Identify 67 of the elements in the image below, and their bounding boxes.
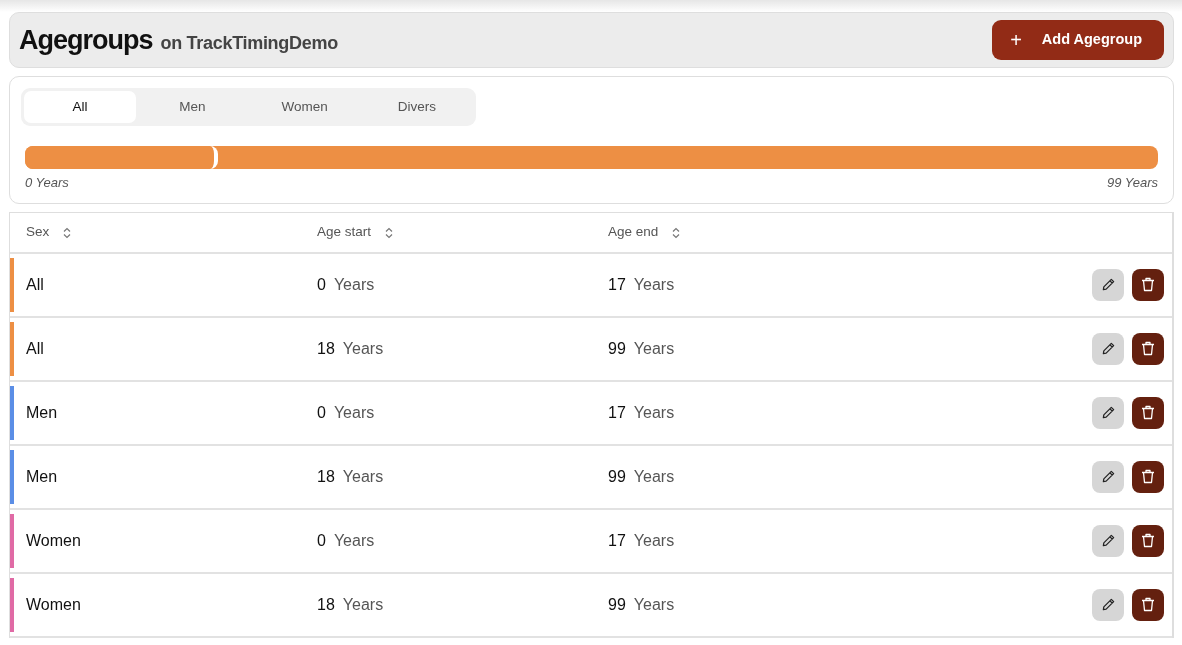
- unit-label: Years: [333, 531, 375, 549]
- unit-label: Years: [333, 403, 375, 421]
- edit-button[interactable]: [1092, 588, 1124, 621]
- age-end-value: 17: [608, 531, 626, 549]
- delete-button[interactable]: [1132, 588, 1164, 621]
- unit-label: Years: [633, 275, 675, 293]
- edit-button[interactable]: [1092, 396, 1124, 429]
- pencil-icon: [1100, 533, 1116, 548]
- trash-icon: [1141, 341, 1155, 356]
- unit-label: Years: [633, 339, 675, 357]
- delete-button[interactable]: [1132, 268, 1164, 301]
- age-start-value: 18: [317, 595, 335, 613]
- edit-button[interactable]: [1092, 268, 1124, 301]
- filter-tab[interactable]: Women: [248, 91, 361, 123]
- sex-cell: Men: [26, 403, 58, 421]
- sex-cell: Women: [26, 531, 81, 549]
- unit-label: Years: [342, 595, 384, 613]
- pencil-icon: [1100, 341, 1116, 356]
- trash-icon: [1141, 405, 1155, 420]
- unit-label: Years: [342, 467, 384, 485]
- age-start-value: 0: [317, 275, 326, 293]
- add-agegroup-button[interactable]: + Add Agegroup: [992, 20, 1164, 60]
- age-end-value: 99: [608, 339, 626, 357]
- unit-label: Years: [633, 467, 675, 485]
- project-subtitle: on TrackTimingDemo: [160, 31, 338, 55]
- trash-icon: [1141, 469, 1155, 484]
- unit-label: Years: [633, 403, 675, 421]
- delete-button[interactable]: [1132, 332, 1164, 365]
- pencil-icon: [1100, 277, 1116, 292]
- pencil-icon: [1100, 469, 1116, 484]
- trash-icon: [1141, 277, 1155, 292]
- age-end-value: 17: [608, 275, 626, 293]
- trash-icon: [1141, 597, 1155, 612]
- page-title: Agegroups: [19, 23, 153, 57]
- age-end-value: 17: [608, 403, 626, 421]
- edit-button[interactable]: [1092, 524, 1124, 557]
- sex-cell: Women: [26, 595, 81, 613]
- sex-cell: All: [26, 339, 44, 357]
- sex-cell: Men: [26, 467, 58, 485]
- column-header[interactable]: Age end: [608, 221, 659, 243]
- column-header[interactable]: Sex: [26, 221, 50, 243]
- plus-icon: +: [1010, 30, 1022, 50]
- delete-button[interactable]: [1132, 524, 1164, 557]
- age-end-value: 99: [608, 595, 626, 613]
- delete-button[interactable]: [1132, 460, 1164, 493]
- age-start-value: 0: [317, 531, 326, 549]
- filter-tab[interactable]: All: [24, 91, 137, 123]
- filter-tab[interactable]: Men: [136, 91, 249, 123]
- age-start-value: 0: [317, 403, 326, 421]
- range-min-label: 0 Years: [25, 174, 69, 192]
- unit-label: Years: [342, 339, 384, 357]
- pencil-icon: [1100, 597, 1116, 612]
- age-start-value: 18: [317, 339, 335, 357]
- age-end-value: 99: [608, 467, 626, 485]
- unit-label: Years: [633, 531, 675, 549]
- trash-icon: [1141, 533, 1155, 548]
- unit-label: Years: [333, 275, 375, 293]
- pencil-icon: [1100, 405, 1116, 420]
- sex-cell: All: [26, 275, 44, 293]
- unit-label: Years: [633, 595, 675, 613]
- delete-button[interactable]: [1132, 396, 1164, 429]
- edit-button[interactable]: [1092, 332, 1124, 365]
- age-start-value: 18: [317, 467, 335, 485]
- filter-tab[interactable]: Divers: [360, 91, 473, 123]
- column-header[interactable]: Age start: [317, 221, 372, 243]
- range-max-label: 99 Years: [1106, 174, 1158, 192]
- edit-button[interactable]: [1092, 460, 1124, 493]
